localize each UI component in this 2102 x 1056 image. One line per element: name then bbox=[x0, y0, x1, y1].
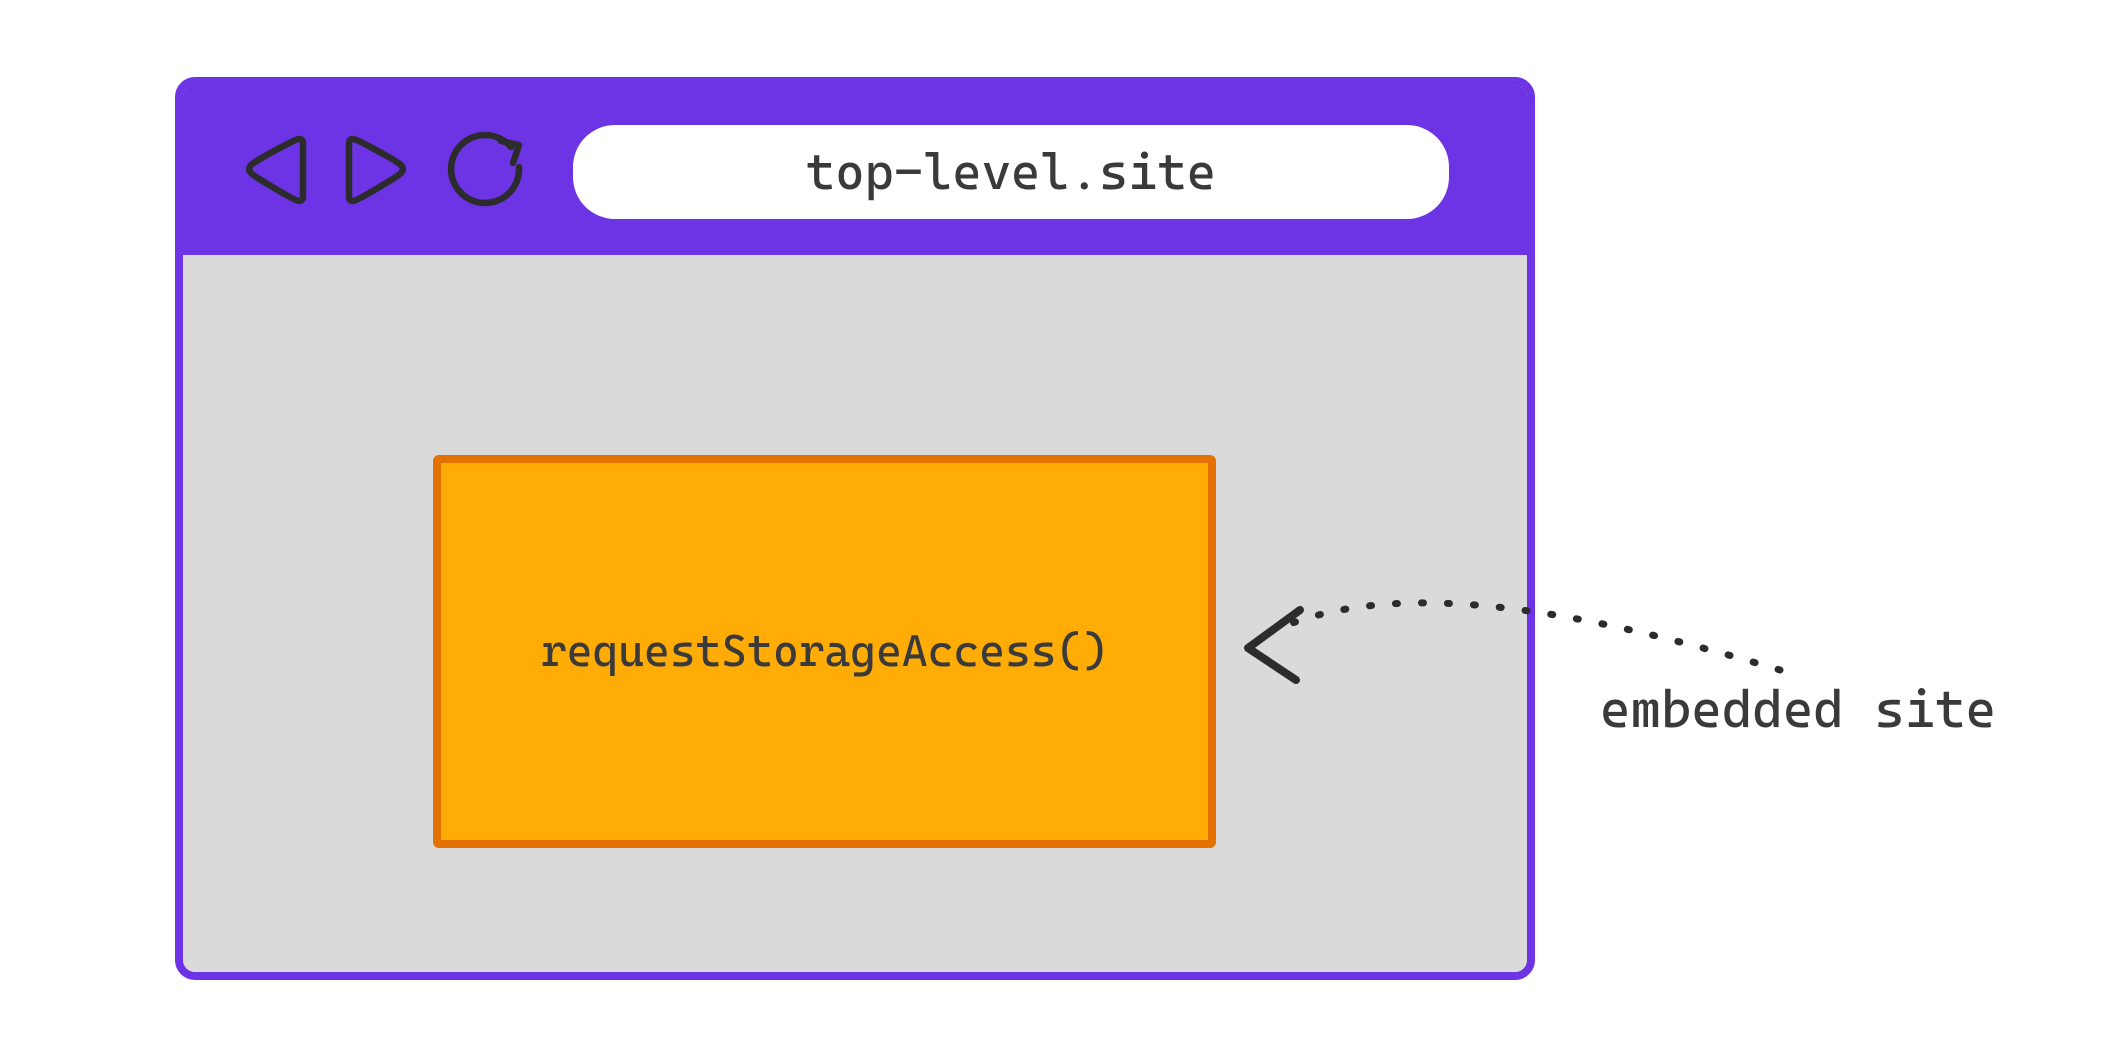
browser-viewport: requestStorageAccess() bbox=[183, 255, 1527, 972]
address-url: top-level.site bbox=[806, 143, 1216, 201]
annotation-label: embedded site bbox=[1600, 680, 1996, 740]
address-bar[interactable]: top-level.site bbox=[573, 125, 1449, 219]
embedded-iframe: requestStorageAccess() bbox=[433, 455, 1216, 848]
forward-icon[interactable] bbox=[343, 129, 409, 211]
browser-window: top-level.site requestStorageAccess() bbox=[175, 77, 1535, 980]
browser-toolbar: top-level.site bbox=[183, 85, 1527, 255]
back-icon[interactable] bbox=[243, 129, 309, 211]
reload-icon[interactable] bbox=[443, 127, 529, 213]
iframe-code-text: requestStorageAccess() bbox=[541, 626, 1108, 677]
diagram-stage: top-level.site requestStorageAccess() em… bbox=[0, 0, 2102, 1056]
nav-icon-group bbox=[243, 127, 529, 213]
